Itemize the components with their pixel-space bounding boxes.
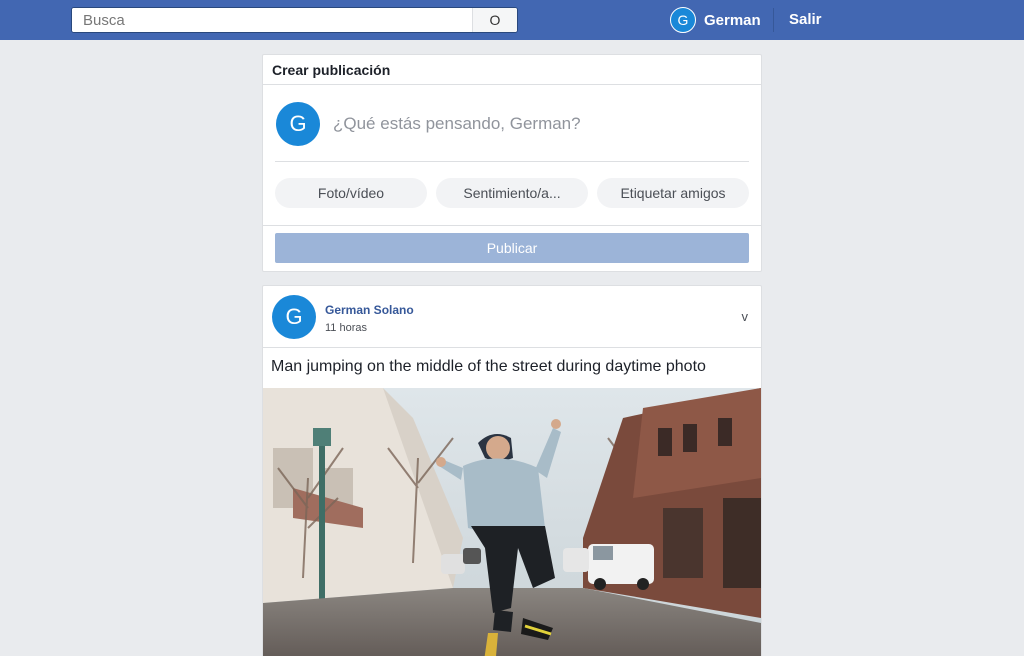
post-options-chevron-icon[interactable]: v xyxy=(742,309,749,324)
post-text: Man jumping on the middle of the street … xyxy=(271,358,706,375)
feed-post: G German Solano 11 horas v Man jumping o… xyxy=(262,285,762,656)
photo-video-button[interactable]: Foto/vídeo xyxy=(275,178,427,208)
post-header: G German Solano 11 horas v xyxy=(272,295,752,339)
nav-divider xyxy=(773,8,774,32)
post-composer-input[interactable] xyxy=(333,109,749,139)
street-photo-icon xyxy=(263,388,761,656)
search-button[interactable]: O xyxy=(472,8,517,32)
post-timestamp[interactable]: 11 horas xyxy=(325,322,367,334)
tag-friends-button[interactable]: Etiquetar amigos xyxy=(597,178,749,208)
search-box: O xyxy=(71,7,518,33)
logout-link[interactable]: Salir xyxy=(789,11,822,28)
avatar: G xyxy=(670,7,696,33)
avatar[interactable]: G xyxy=(272,295,316,339)
search-input[interactable] xyxy=(72,8,472,32)
composer-row: G xyxy=(276,102,749,146)
avatar: G xyxy=(276,102,320,146)
divider xyxy=(263,225,761,226)
post-photo[interactable] xyxy=(263,388,761,656)
publish-button[interactable]: Publicar xyxy=(275,233,749,263)
top-navbar: O G German Salir xyxy=(0,0,1024,40)
post-author-link[interactable]: German Solano xyxy=(325,303,414,317)
composer-actions: Foto/vídeo Sentimiento/a... Etiquetar am… xyxy=(275,178,749,208)
feeling-activity-button[interactable]: Sentimiento/a... xyxy=(436,178,588,208)
profile-name: German xyxy=(704,11,761,29)
create-post-title: Crear publicación xyxy=(263,55,761,85)
divider xyxy=(275,161,749,162)
create-post-card: Crear publicación G Foto/vídeo Sentimien… xyxy=(262,54,762,272)
divider xyxy=(263,347,761,348)
profile-link[interactable]: G German xyxy=(670,6,761,34)
